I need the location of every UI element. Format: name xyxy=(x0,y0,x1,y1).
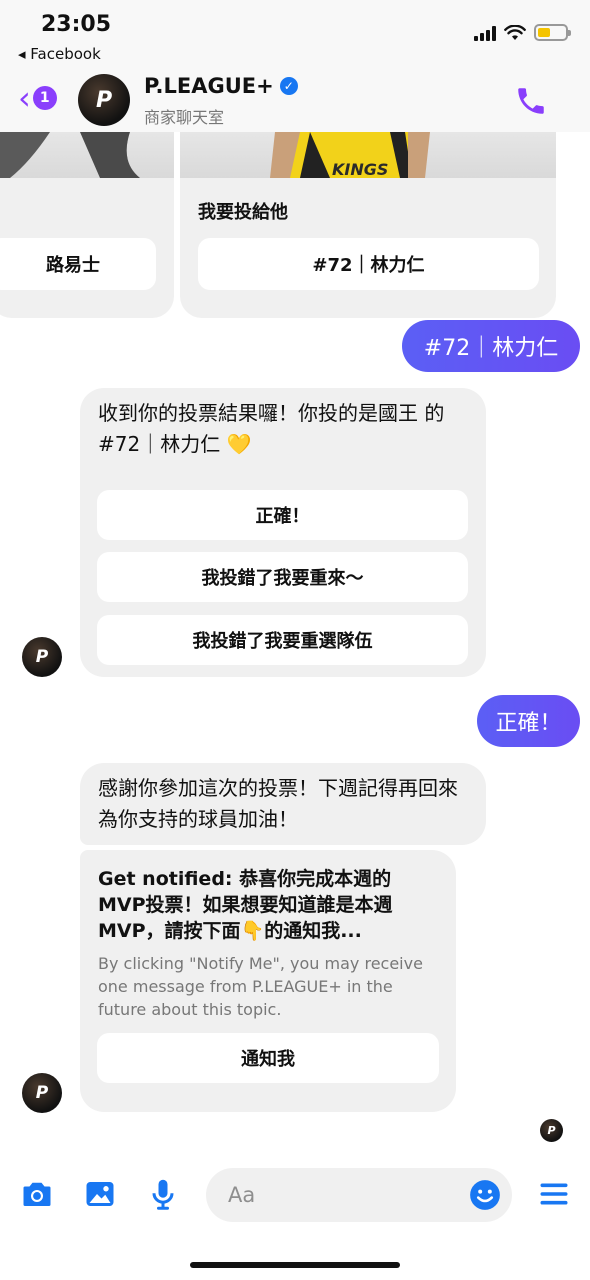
jersey-text: KINGS xyxy=(332,160,389,178)
reply-button-redo[interactable]: 我投錯了我要重來～ xyxy=(97,552,468,602)
back-to-facebook-link[interactable]: ◂ Facebook xyxy=(18,45,101,63)
menu-icon[interactable] xyxy=(536,1176,572,1212)
camera-icon[interactable] xyxy=(19,1176,55,1212)
page-avatar[interactable]: P xyxy=(78,74,130,126)
emoji-icon[interactable] xyxy=(468,1178,502,1212)
home-indicator xyxy=(190,1262,400,1268)
microphone-icon[interactable] xyxy=(145,1176,181,1212)
reply-button-correct[interactable]: 正確！ xyxy=(97,490,468,540)
top-bar: 23:05 ◂ Facebook ‹ 1 P P.LEAGUE+ ✓ 商家聊天室 xyxy=(0,0,590,132)
candidate-button-right[interactable]: #72｜林力仁 xyxy=(198,238,539,290)
message-composer xyxy=(0,1160,590,1230)
outgoing-message-vote: #72｜林力仁 xyxy=(402,320,580,372)
message-input-wrapper xyxy=(206,1168,512,1222)
candidate-card-right: KINGS 我要投給他 #72｜林力仁 xyxy=(180,132,556,318)
signal-icon xyxy=(474,25,496,41)
gallery-icon[interactable] xyxy=(82,1176,118,1212)
status-icons xyxy=(474,24,571,41)
page-subtitle: 商家聊天室 xyxy=(144,108,225,127)
confirmation-text: 收到你的投票結果囉！你投的是國王 的 #72｜林力仁 💛 xyxy=(98,401,445,456)
reply-button-change-team[interactable]: 我投錯了我要重選隊伍 xyxy=(97,615,468,665)
page-name[interactable]: P.LEAGUE+ ✓ xyxy=(144,74,298,98)
wifi-icon xyxy=(504,24,526,40)
incoming-message-thanks: 感謝你參加這次的投票！下週記得再回來為你支持的球員加油！ xyxy=(80,763,486,845)
message-input[interactable] xyxy=(206,1168,446,1222)
candidate-card-title: 我要投給他 xyxy=(198,202,288,223)
phone-icon[interactable] xyxy=(514,84,548,118)
verified-icon: ✓ xyxy=(279,77,298,95)
page-name-label: P.LEAGUE+ xyxy=(144,74,274,98)
notify-title: Get notified: 恭喜你完成本週的MVP投票！如果想要知道誰是本週MV… xyxy=(98,868,393,942)
outgoing-message-correct: 正確！ xyxy=(477,695,580,747)
back-button[interactable]: ‹ 1 xyxy=(18,79,57,117)
candidate-card-left: 路易士 xyxy=(0,132,174,318)
candidate-image-left xyxy=(0,132,174,178)
status-time: 23:05 xyxy=(41,12,112,37)
notify-me-button[interactable]: 通知我 xyxy=(97,1033,439,1083)
unread-badge: 1 xyxy=(32,86,57,110)
sender-avatar: P xyxy=(22,1073,62,1113)
sender-avatar: P xyxy=(22,637,62,677)
candidate-button-left[interactable]: 路易士 xyxy=(0,238,156,290)
battery-icon xyxy=(534,24,571,41)
notify-description: By clicking "Notify Me", you may receive… xyxy=(98,954,423,1019)
chevron-left-icon: ‹ xyxy=(18,79,31,117)
candidate-image-right: KINGS xyxy=(180,132,556,178)
read-receipt-avatar: P xyxy=(540,1119,563,1142)
